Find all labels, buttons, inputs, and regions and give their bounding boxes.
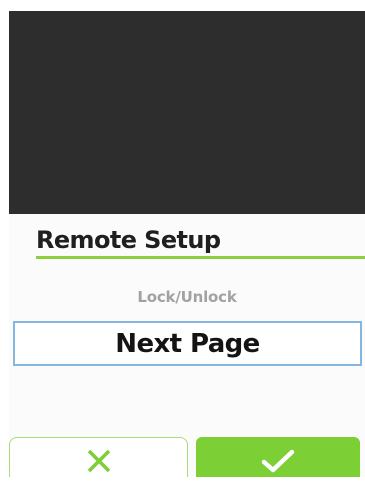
checkmark-icon bbox=[260, 447, 296, 475]
cancel-button[interactable] bbox=[9, 437, 188, 477]
title-underline bbox=[36, 256, 365, 259]
device-screen: Remote Setup Lock/Unlock Next Page bbox=[9, 11, 365, 477]
selected-option-label: Next Page bbox=[115, 328, 260, 359]
device-frame: Remote Setup Lock/Unlock Next Page bbox=[0, 0, 365, 488]
selected-option-box[interactable]: Next Page bbox=[13, 321, 362, 366]
close-icon bbox=[85, 447, 113, 475]
page-title: Remote Setup bbox=[36, 226, 221, 254]
top-dark-panel bbox=[9, 11, 365, 214]
subtitle-label: Lock/Unlock bbox=[137, 288, 237, 306]
confirm-button[interactable] bbox=[196, 437, 360, 477]
